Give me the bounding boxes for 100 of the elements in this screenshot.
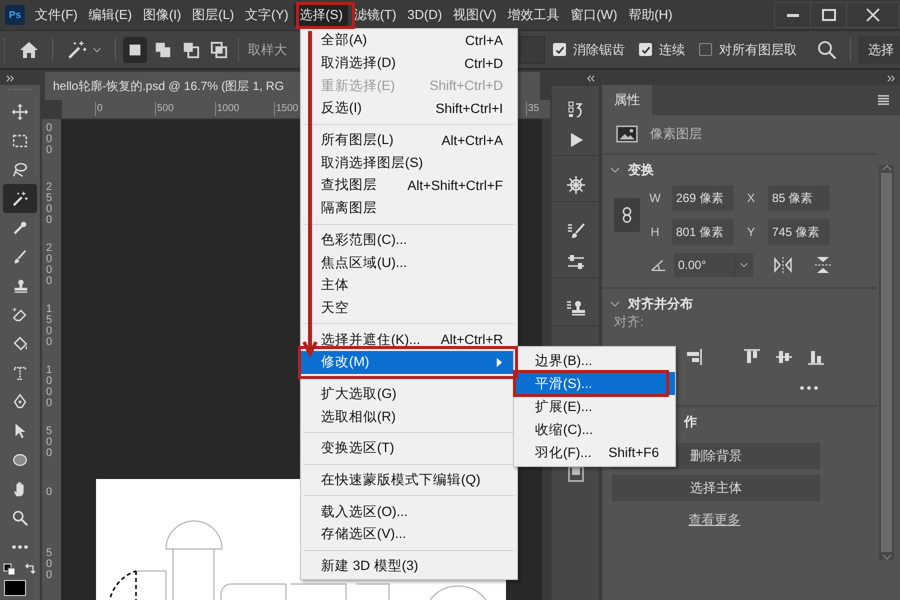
section-title: 作 — [684, 413, 697, 431]
field-label: X — [746, 191, 756, 205]
eyedropper-icon — [11, 218, 29, 236]
dropdown-field[interactable] — [519, 36, 545, 64]
close-icon — [866, 8, 880, 22]
menu-item[interactable]: 存储选区(V)... — [301, 523, 517, 546]
maximize-icon — [822, 9, 836, 21]
expand-icon[interactable] — [6, 74, 15, 83]
overlapping-squares-icon — [210, 40, 228, 58]
link-button[interactable] — [614, 198, 640, 232]
sliders-icon — [566, 252, 586, 272]
panel-tab[interactable]: 属性 — [602, 85, 652, 115]
menu-bar-item[interactable]: 图像(I) — [138, 4, 186, 26]
chevron-icon[interactable] — [610, 299, 620, 309]
scroll-down-icon — [882, 554, 892, 560]
section-title: 变换 — [628, 161, 654, 179]
menu-bar-item[interactable]: 编辑(E) — [84, 4, 137, 26]
number-field[interactable]: 745 像素 — [768, 219, 830, 245]
menu-item[interactable]: 取消选择图层(S) — [301, 151, 517, 174]
menu-item[interactable]: 反选(I) Shift+Ctrl+I — [301, 97, 517, 120]
layer-type-label: 像素图层 — [650, 125, 702, 143]
menu-item[interactable]: 全部(A) Ctrl+A — [301, 29, 517, 52]
helm-icon — [566, 175, 586, 195]
collapse-icon[interactable] — [586, 74, 595, 83]
highlight-frame — [296, 2, 355, 29]
caret-icon — [739, 260, 749, 270]
number-field[interactable]: 801 像素 — [672, 219, 734, 245]
swap-colors-icon[interactable] — [24, 563, 37, 576]
more-icon[interactable] — [799, 383, 819, 393]
foreground-color-swatch[interactable] — [4, 580, 26, 596]
menu-item[interactable]: 所有图层(L) Alt+Ctrl+A — [301, 128, 517, 152]
checkbox[interactable] — [699, 43, 712, 56]
menu-item[interactable]: 查找图层 Alt+Shift+Ctrl+F — [301, 174, 517, 197]
overlapping-squares-icon — [154, 40, 172, 58]
history-icon — [566, 99, 586, 119]
menu-icon[interactable] — [877, 94, 890, 106]
tool-button[interactable] — [3, 184, 37, 213]
ruler-label: 500 — [46, 426, 54, 459]
action-button[interactable]: 选择主体 — [612, 475, 820, 501]
ruler-label: 500 — [46, 548, 54, 581]
lasso-icon — [11, 160, 29, 178]
menu-bar-item[interactable]: 图层(L) — [187, 4, 240, 26]
menu-item[interactable]: 选取相似(R) — [301, 405, 517, 428]
scrollbar[interactable] — [879, 165, 894, 560]
menu-item[interactable]: 色彩范围(C)... — [301, 228, 517, 252]
menu-item[interactable]: 边界(B)... — [514, 349, 675, 372]
paint-bucket-icon — [11, 334, 29, 352]
ruler-label: 1000 — [215, 102, 240, 116]
move-icon — [11, 102, 29, 120]
menu-item[interactable]: 取消选择(D) Ctrl+D — [301, 52, 517, 74]
menu-bar-item[interactable]: 视图(V) — [448, 4, 502, 26]
menu-item[interactable]: 扩展(E)... — [514, 395, 675, 418]
menu-bar-item[interactable]: 增效工具 — [502, 4, 564, 26]
flip-horizontal-icon[interactable] — [773, 255, 793, 275]
ruler-label: 1500 — [274, 102, 298, 116]
section-title: 对齐并分布 — [628, 295, 693, 313]
menu-bar-item[interactable]: 文字(Y) — [240, 4, 294, 26]
menu-bar-item[interactable]: 3D(D) — [402, 4, 448, 26]
menu-item[interactable]: 收缩(C)... — [514, 418, 675, 441]
number-field[interactable]: 85 像素 — [768, 185, 830, 211]
menu-bar-item[interactable]: 滤镜(T) — [348, 4, 402, 26]
magic-wand-icon — [11, 190, 29, 208]
number-field[interactable]: 269 像素 — [672, 185, 734, 211]
overlapping-squares-icon — [182, 40, 200, 58]
menu-item[interactable]: 变换选区(T) — [301, 437, 517, 460]
checkbox-label: 连续 — [659, 40, 685, 58]
menu-item[interactable]: 主体 — [301, 274, 517, 297]
menu-item[interactable]: 选择并遮住(K)... Alt+Ctrl+R — [301, 328, 517, 351]
expand-icon[interactable] — [887, 74, 896, 83]
ruler-label: 000 — [46, 123, 54, 156]
menu-item[interactable]: 隔离图层 — [301, 196, 517, 220]
menu-item[interactable]: 扩大选取(G) — [301, 382, 517, 406]
menu-bar-item[interactable]: 选择(S) — [294, 4, 348, 26]
align-right-icon[interactable] — [684, 347, 704, 367]
menu-item[interactable]: 新建 3D 模型(3) — [301, 554, 517, 578]
menu-item[interactable]: 在快速蒙版模式下编辑(Q) — [301, 468, 517, 492]
more-icon — [12, 544, 28, 548]
menu-item[interactable]: 焦点区域(U)... — [301, 251, 517, 274]
align-label: 对齐: — [613, 315, 645, 329]
default-colors-icon[interactable] — [3, 563, 16, 576]
menu-bar-item[interactable]: 窗口(W) — [565, 4, 622, 26]
checkbox-label: 消除锯齿 — [573, 40, 625, 58]
menu-item[interactable]: 天空 — [301, 296, 517, 320]
menu-bar-item[interactable]: 文件(F) — [30, 4, 83, 26]
selection-mode-button[interactable] — [123, 36, 147, 62]
image-icon — [616, 125, 638, 143]
select-subject-button[interactable]: 选择 — [858, 36, 900, 64]
stamp-list-icon — [566, 298, 586, 318]
chevron-icon[interactable] — [610, 165, 620, 175]
menu-bar-item[interactable]: 帮助(H) — [623, 4, 678, 26]
pen-icon — [11, 392, 29, 410]
menu-item[interactable]: 载入选区(O)... — [301, 500, 517, 524]
submenu-arrow-icon — [495, 356, 503, 368]
home-icon — [19, 40, 39, 60]
search-icon — [817, 40, 837, 60]
field-label: Y — [746, 225, 756, 239]
more-link[interactable]: 查看更多 — [688, 511, 740, 529]
angle-dropdown[interactable]: 0.00° — [674, 253, 753, 277]
sample-size-label: 取样大 — [248, 40, 287, 58]
flip-vertical-icon[interactable] — [813, 255, 833, 275]
